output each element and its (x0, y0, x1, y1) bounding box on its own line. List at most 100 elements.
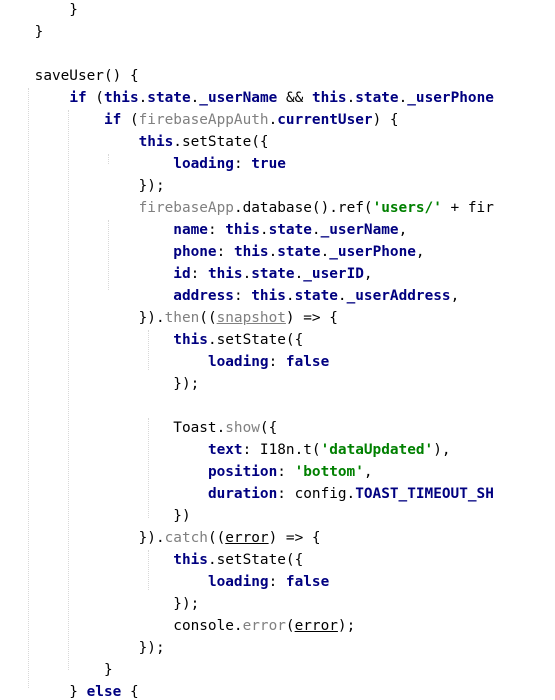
code-line[interactable]: duration: config.TOAST_TIMEOUT_SH (0, 483, 494, 505)
code-token: true (251, 156, 286, 172)
code-token: loading (207, 354, 269, 370)
code-line[interactable]: }).catch((error) => { (0, 527, 494, 549)
code-token: this (311, 90, 347, 106)
code-token: this (251, 288, 286, 304)
code-token: : (233, 156, 252, 172)
code-line[interactable]: }); (0, 373, 494, 395)
code-token: show (225, 420, 260, 436)
code-text-area[interactable]: } } saveUser() { if (this.state._userNam… (0, 0, 494, 700)
code-line[interactable]: console.error(error); (0, 615, 494, 637)
code-line[interactable]: firebaseApp.database().ref('users/' + fi… (0, 197, 494, 219)
code-token: _userID (303, 266, 364, 282)
code-token: 'users/' (372, 200, 442, 216)
code-token: _userPhone (407, 90, 494, 106)
code-token: loading (207, 574, 269, 590)
code-token: } (0, 662, 113, 678)
code-line[interactable]: } (0, 659, 494, 681)
code-token: . (268, 244, 278, 260)
code-token: _userAddress (346, 288, 451, 304)
code-line[interactable]: phone: this.state._userPhone, (0, 241, 494, 263)
code-token: state (268, 222, 312, 238)
code-token: snapshot (216, 310, 286, 326)
code-token: .setState({ (207, 552, 304, 568)
code-token: } (0, 684, 87, 700)
code-line[interactable]: if (this.state._userName && this.state._… (0, 87, 494, 109)
code-line[interactable]: this.setState({ (0, 131, 494, 153)
code-token: }); (0, 596, 200, 612)
code-token: ( (121, 112, 139, 128)
code-line[interactable]: }) (0, 505, 494, 527)
code-line[interactable]: text: I18n.t('dataUpdated'), (0, 439, 494, 461)
code-token: : (268, 354, 286, 370)
code-line[interactable]: if (firebaseAppAuth.currentUser) { (0, 109, 494, 131)
code-line[interactable] (0, 43, 494, 65)
code-token: . (398, 90, 408, 106)
code-token: ); (337, 618, 356, 634)
code-token: () { (103, 68, 139, 84)
code-line[interactable]: loading: false (0, 571, 494, 593)
code-token: 'dataUpdated' (320, 442, 434, 458)
code-line[interactable]: position: 'bottom', (0, 461, 494, 483)
code-token: state (251, 266, 295, 282)
code-line[interactable]: saveUser() { (0, 65, 494, 87)
code-token: id (173, 266, 191, 282)
code-token: : (190, 266, 208, 282)
code-token: this (173, 552, 208, 568)
code-token: . (138, 90, 148, 106)
code-line[interactable]: }); (0, 175, 494, 197)
code-token: 'bottom' (294, 464, 364, 480)
code-token: state (355, 90, 399, 106)
code-token: state (147, 90, 191, 106)
code-token: }); (0, 640, 165, 656)
code-line[interactable]: this.setState({ (0, 549, 494, 571)
code-line[interactable]: loading: true (0, 153, 494, 175)
code-line[interactable]: }); (0, 593, 494, 615)
code-line[interactable]: Toast.show({ (0, 417, 494, 439)
code-token: _userName (199, 90, 278, 106)
code-token: else (86, 684, 122, 700)
code-token: ( (285, 618, 295, 634)
code-token: (( (207, 530, 226, 546)
code-line[interactable]: this.setState({ (0, 329, 494, 351)
code-token: then (164, 310, 200, 326)
code-line[interactable]: } else { (0, 681, 494, 700)
code-line[interactable]: loading: false (0, 351, 494, 373)
code-token: { (121, 684, 139, 700)
code-editor[interactable]: } } saveUser() { if (this.state._userNam… (0, 0, 555, 700)
code-token: : (216, 244, 234, 260)
code-token: }) (0, 508, 191, 524)
code-token: this (138, 134, 174, 150)
code-token: . (294, 266, 304, 282)
code-line[interactable]: name: this.state._userName, (0, 219, 494, 241)
code-token: error (225, 530, 269, 546)
code-line[interactable]: } (0, 21, 494, 43)
code-token: : (233, 288, 252, 304)
code-token: . (268, 112, 278, 128)
code-line[interactable]: id: this.state._userID, (0, 263, 494, 285)
code-token: : (207, 222, 226, 238)
code-token: firebaseAppAuth (138, 112, 269, 128)
code-line[interactable] (0, 395, 494, 417)
code-token: : (268, 574, 286, 590)
code-line[interactable]: } (0, 0, 494, 21)
code-token: firebaseApp (138, 200, 234, 216)
code-line[interactable]: }); (0, 637, 494, 659)
code-line[interactable]: }).then((snapshot) => { (0, 307, 494, 329)
code-token: error (294, 618, 338, 634)
code-token: (( (199, 310, 217, 326)
code-line[interactable]: address: this.state._userAddress, (0, 285, 494, 307)
code-token: . (311, 222, 321, 238)
code-token: text (207, 442, 243, 458)
code-token: false (285, 354, 330, 370)
code-token: }); (0, 178, 165, 194)
code-token: : I18n.t( (242, 442, 321, 458)
code-token: . (346, 90, 356, 106)
code-token: , (450, 288, 460, 304)
